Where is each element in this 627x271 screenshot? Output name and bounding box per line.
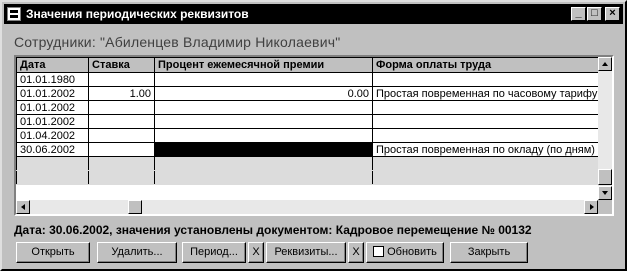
cell-pay-form[interactable]: Простая повременная по часовому тарифу xyxy=(371,86,602,101)
arrow-down-icon xyxy=(602,191,608,195)
values-grid: Дата Ставка Процент ежемесячной премии Ф… xyxy=(14,55,614,216)
cell-bonus[interactable] xyxy=(154,72,373,87)
requisites-button[interactable]: Реквизиты... xyxy=(266,242,346,263)
empty-row xyxy=(16,156,602,171)
cell-pay-form[interactable] xyxy=(371,72,602,87)
selected-cell-bonus[interactable] xyxy=(154,142,373,157)
table-header-row: Дата Ставка Процент ежемесячной премии Ф… xyxy=(16,57,602,73)
period-label: Период... xyxy=(190,246,238,258)
maximize-button[interactable]: □ xyxy=(587,7,602,21)
clear-requisites-button[interactable]: X xyxy=(348,242,364,263)
scroll-left-button[interactable] xyxy=(16,200,30,214)
open-button[interactable]: Открыть xyxy=(16,242,90,263)
title-bar[interactable]: Значения периодических реквизитов _ □ × xyxy=(4,4,623,24)
table-row[interactable]: 01.04.2002 xyxy=(16,128,602,143)
cell-rate[interactable] xyxy=(88,114,155,129)
close-label: Закрыть xyxy=(467,246,511,258)
cell-date[interactable]: 30.06.2002 xyxy=(16,142,89,157)
open-label: Открыть xyxy=(31,246,75,258)
period-button[interactable]: Период... xyxy=(182,242,246,263)
cell-pay-form[interactable] xyxy=(371,100,602,115)
status-line: Дата: 30.06.2002, значения установлены д… xyxy=(14,223,532,237)
refresh-label: Обновить xyxy=(387,246,437,258)
delete-label: Удалить... xyxy=(111,246,163,258)
cell-bonus[interactable] xyxy=(154,114,373,129)
table-row[interactable]: 01.01.2002 1.00 0.00 Простая повременная… xyxy=(16,86,602,101)
scroll-down-button[interactable] xyxy=(598,186,612,200)
values-table: Дата Ставка Процент ежемесячной премии Ф… xyxy=(16,57,602,185)
horizontal-scroll-thumb[interactable] xyxy=(128,200,142,214)
clear-icon: X xyxy=(252,246,260,258)
scrollbar-corner xyxy=(598,200,612,214)
horizontal-scrollbar[interactable] xyxy=(16,200,598,214)
delete-button[interactable]: Удалить... xyxy=(97,242,177,263)
cell-date[interactable]: 01.01.1980 xyxy=(16,72,89,87)
minimize-button[interactable]: _ xyxy=(571,7,586,21)
column-header-bonus[interactable]: Процент ежемесячной премии xyxy=(154,57,373,73)
vertical-scroll-thumb[interactable] xyxy=(598,169,612,185)
cell-bonus[interactable] xyxy=(154,100,373,115)
scroll-right-button[interactable] xyxy=(584,200,598,214)
arrow-right-icon xyxy=(590,204,594,210)
cell-bonus[interactable]: 0.00 xyxy=(154,86,373,101)
close-button[interactable]: Закрыть xyxy=(450,242,528,263)
arrow-left-icon xyxy=(21,204,25,210)
cell-date[interactable]: 01.01.2002 xyxy=(16,86,89,101)
cell-rate[interactable] xyxy=(88,128,155,143)
cell-rate[interactable] xyxy=(88,142,155,157)
table-row[interactable]: 30.06.2002 Простая повременная по окладу… xyxy=(16,142,602,157)
cell-bonus[interactable] xyxy=(154,128,373,143)
cell-rate[interactable]: 1.00 xyxy=(88,86,155,101)
scroll-up-button[interactable] xyxy=(598,57,612,71)
cell-pay-form[interactable] xyxy=(371,114,602,129)
cell-pay-form[interactable]: Простая повременная по окладу (по дням) xyxy=(371,142,602,157)
window-system-icon[interactable] xyxy=(7,7,21,21)
dialog-window: Значения периодических реквизитов _ □ × … xyxy=(0,0,627,271)
cell-date[interactable]: 01.01.2002 xyxy=(16,100,89,115)
clear-period-button[interactable]: X xyxy=(248,242,264,263)
empty-row xyxy=(16,170,602,185)
table-row[interactable]: 01.01.2002 xyxy=(16,114,602,129)
clear-icon: X xyxy=(352,246,360,258)
vertical-scrollbar[interactable] xyxy=(598,57,612,200)
cell-rate[interactable] xyxy=(88,100,155,115)
cell-pay-form[interactable] xyxy=(371,128,602,143)
column-header-pay-form[interactable]: Форма оплаты труда xyxy=(371,57,602,73)
requisites-label: Реквизиты... xyxy=(274,246,338,258)
window-title: Значения периодических реквизитов xyxy=(26,7,249,21)
close-window-button[interactable]: × xyxy=(605,7,620,21)
table-row[interactable]: 01.01.2002 xyxy=(16,100,602,115)
cell-date[interactable]: 01.01.2002 xyxy=(16,114,89,129)
employee-caption: Сотрудники: "Абиленцев Владимир Николаев… xyxy=(14,34,341,50)
cell-date[interactable]: 01.04.2002 xyxy=(16,128,89,143)
cell-rate[interactable] xyxy=(88,72,155,87)
column-header-rate[interactable]: Ставка xyxy=(88,57,155,73)
column-header-date[interactable]: Дата xyxy=(16,57,89,73)
arrow-up-icon xyxy=(602,62,608,66)
table-row[interactable]: 01.01.1980 xyxy=(16,72,602,87)
refresh-icon xyxy=(373,245,385,257)
refresh-button[interactable]: Обновить xyxy=(366,242,444,263)
